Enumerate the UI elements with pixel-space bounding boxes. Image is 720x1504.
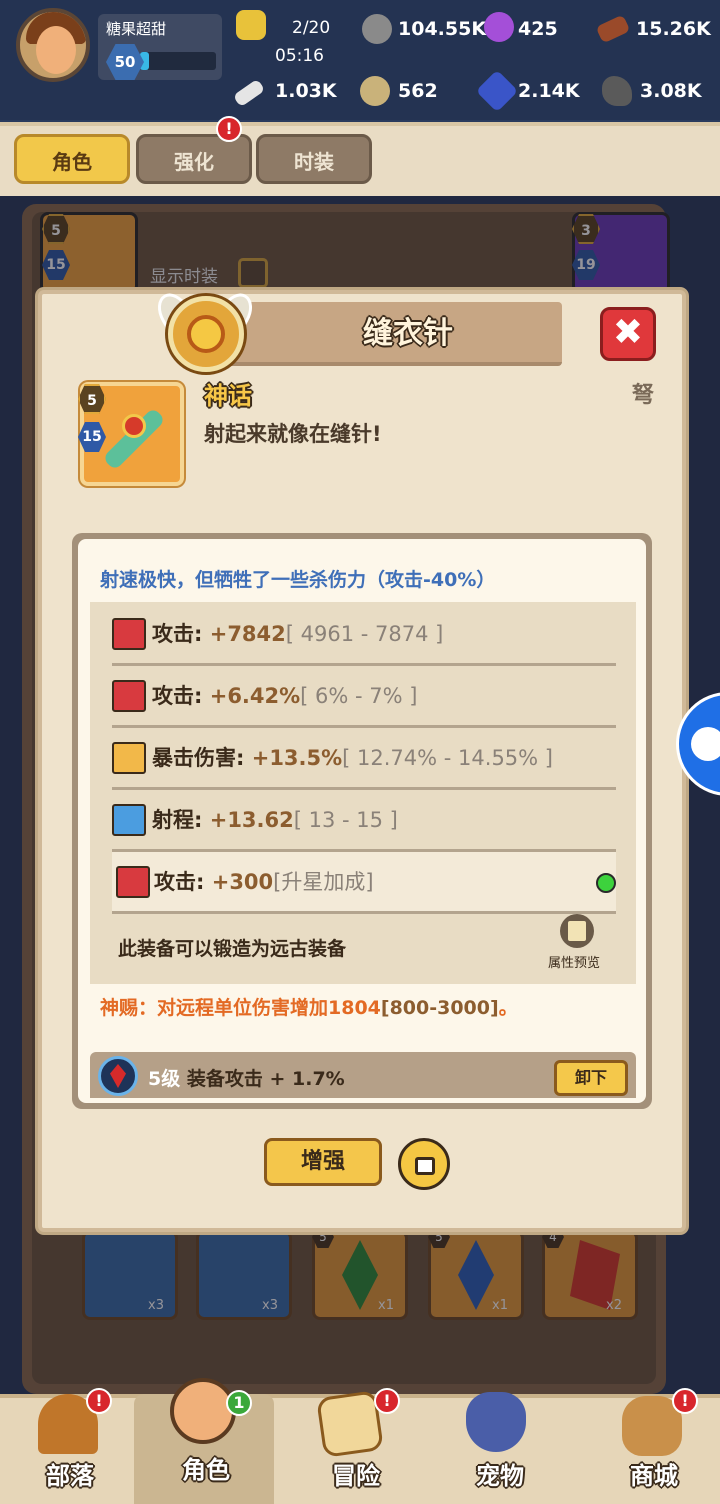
energy-count: 2/20 bbox=[292, 18, 331, 38]
divine-blessing-range: [800-3000] bbox=[380, 997, 499, 1019]
divine-blessing-main: 神赐：对远程单位伤害增加1804 bbox=[100, 997, 381, 1019]
bone-icon bbox=[232, 78, 266, 108]
close-button[interactable]: ✖ bbox=[600, 307, 656, 361]
item-description: 射起来就像在缝针! bbox=[204, 422, 382, 446]
stat-value: +300 bbox=[211, 870, 274, 894]
stat-row: 攻击: +7842[ 4961 - 7874 ] bbox=[112, 604, 616, 666]
tab-enhance-alert-badge: ! bbox=[216, 116, 242, 142]
stat-name: 攻击: bbox=[154, 870, 205, 894]
nav-shop-badge: ! bbox=[672, 1388, 698, 1414]
stat-value: +13.5% bbox=[251, 746, 343, 770]
stat-value: +13.62 bbox=[209, 808, 294, 832]
stat-value: +7842 bbox=[209, 622, 286, 646]
nav-tribe-badge: ! bbox=[86, 1388, 112, 1414]
wood-icon bbox=[595, 14, 631, 44]
stat-range: [升星加成] bbox=[273, 870, 374, 894]
stone-count: 104.55K bbox=[398, 18, 487, 40]
nav-adventure-badge: ! bbox=[374, 1388, 400, 1414]
item-name-title: 缝衣针 bbox=[363, 316, 453, 351]
stat-row: 暴击伤害: +13.5%[ 12.74% - 14.55% ] bbox=[112, 728, 616, 790]
nav-character-badge: 1 bbox=[226, 1390, 252, 1416]
lock-icon[interactable] bbox=[398, 1138, 450, 1190]
player-avatar[interactable] bbox=[16, 8, 90, 82]
stat-row: 攻击: +6.42%[ 6% - 7% ] bbox=[112, 666, 616, 728]
attribute-preview-button[interactable]: 属性预览 bbox=[548, 952, 600, 971]
stat-name: 暴击伤害: bbox=[152, 746, 245, 770]
item-summary: 射速极快，但牺牲了一些杀伤力（攻击-40%） bbox=[100, 569, 496, 591]
stat-name: 射程: bbox=[152, 808, 203, 832]
player-name: 糖果超甜 bbox=[106, 20, 167, 38]
gem-count: 425 bbox=[518, 18, 558, 40]
wood-count: 15.26K bbox=[636, 18, 711, 40]
stone-icon bbox=[362, 14, 392, 44]
tab-costume[interactable]: 时装 bbox=[256, 134, 372, 184]
top-bar: 糖果超甜 50 2/20 05:16 104.55K 425 15.26K 1.… bbox=[0, 0, 720, 120]
egg-icon bbox=[360, 76, 390, 106]
crossbow-gem-icon bbox=[122, 414, 146, 438]
unequip-gem-button[interactable]: 卸下 bbox=[554, 1060, 628, 1096]
energy-icon[interactable] bbox=[236, 10, 266, 40]
energy-timer: 05:16 bbox=[275, 46, 324, 66]
crit-icon bbox=[112, 742, 146, 774]
stat-row: 射程: +13.62[ 13 - 15 ] bbox=[112, 790, 616, 852]
weapon-type-label: 弩 bbox=[632, 383, 655, 408]
crystal-icon bbox=[475, 69, 519, 113]
crystal-count: 2.14K bbox=[518, 80, 580, 102]
gem-effect: 装备攻击 + 1.7% bbox=[186, 1068, 345, 1090]
pet-icon bbox=[466, 1392, 526, 1452]
range-icon bbox=[112, 804, 146, 836]
attack-icon bbox=[116, 866, 150, 898]
egg-count: 562 bbox=[398, 80, 438, 102]
attack-icon bbox=[112, 618, 146, 650]
divine-blessing-suffix: 。 bbox=[498, 997, 518, 1019]
forge-hint: 此装备可以锻造为远古装备 bbox=[118, 938, 347, 960]
gamepad-icon bbox=[691, 727, 720, 761]
enhance-button[interactable]: 增强 bbox=[264, 1138, 382, 1186]
gem-info: 5级 装备攻击 + 1.7% bbox=[148, 1064, 345, 1091]
stat-range: [ 6% - 7% ] bbox=[300, 684, 418, 708]
ore-count: 3.08K bbox=[640, 80, 702, 102]
nav-character-label: 角色 bbox=[182, 1456, 230, 1484]
red-gem-icon bbox=[98, 1056, 138, 1096]
stat-range: [ 13 - 15 ] bbox=[293, 808, 398, 832]
mythic-medal-icon bbox=[168, 296, 244, 372]
ore-icon bbox=[602, 76, 632, 106]
attack-icon bbox=[112, 680, 146, 712]
nav-pet-label: 宠物 bbox=[476, 1462, 524, 1490]
nav-tribe-label: 部落 bbox=[46, 1462, 94, 1490]
divine-blessing-text: 神赐：对远程单位伤害增加1804[800-3000]。 bbox=[100, 993, 518, 1020]
bone-count: 1.03K bbox=[275, 80, 337, 102]
stat-range: [ 12.74% - 14.55% ] bbox=[342, 746, 553, 770]
gem-level: 5级 bbox=[148, 1068, 181, 1090]
nav-adventure-label: 冒险 bbox=[332, 1462, 380, 1490]
stat-name: 攻击: bbox=[152, 684, 203, 708]
tab-character[interactable]: 角色 bbox=[14, 134, 130, 184]
tab-enhance[interactable]: 强化 bbox=[136, 134, 252, 184]
character-icon bbox=[170, 1378, 236, 1444]
stat-value: +6.42% bbox=[209, 684, 301, 708]
item-rarity: 神话 bbox=[204, 382, 252, 410]
gem-icon[interactable] bbox=[484, 12, 514, 42]
stat-row-star-bonus: 攻击: +300[升星加成] bbox=[112, 852, 616, 914]
active-indicator-dot bbox=[596, 873, 616, 893]
nav-shop-label: 商城 bbox=[630, 1462, 678, 1490]
scroll-icon[interactable] bbox=[560, 914, 594, 948]
xp-bar bbox=[140, 52, 216, 70]
stat-name: 攻击: bbox=[152, 622, 203, 646]
stat-range: [ 4961 - 7874 ] bbox=[285, 622, 444, 646]
